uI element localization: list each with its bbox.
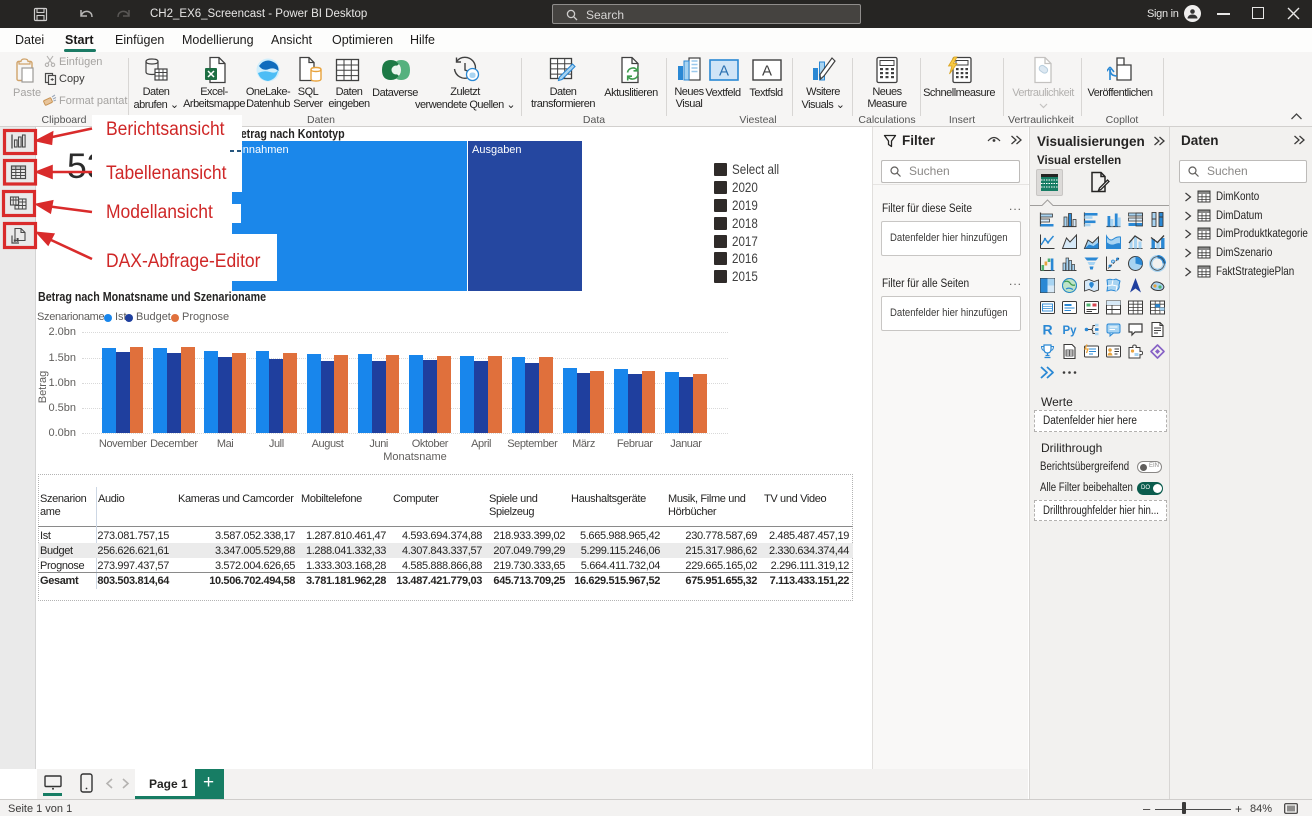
svg-text:R: R	[1042, 322, 1052, 338]
svg-text:A: A	[719, 63, 729, 80]
svg-text:Py: Py	[1062, 325, 1077, 337]
svg-text:A: A	[762, 63, 772, 80]
svg-text:Betrag: Betrag	[37, 371, 49, 403]
